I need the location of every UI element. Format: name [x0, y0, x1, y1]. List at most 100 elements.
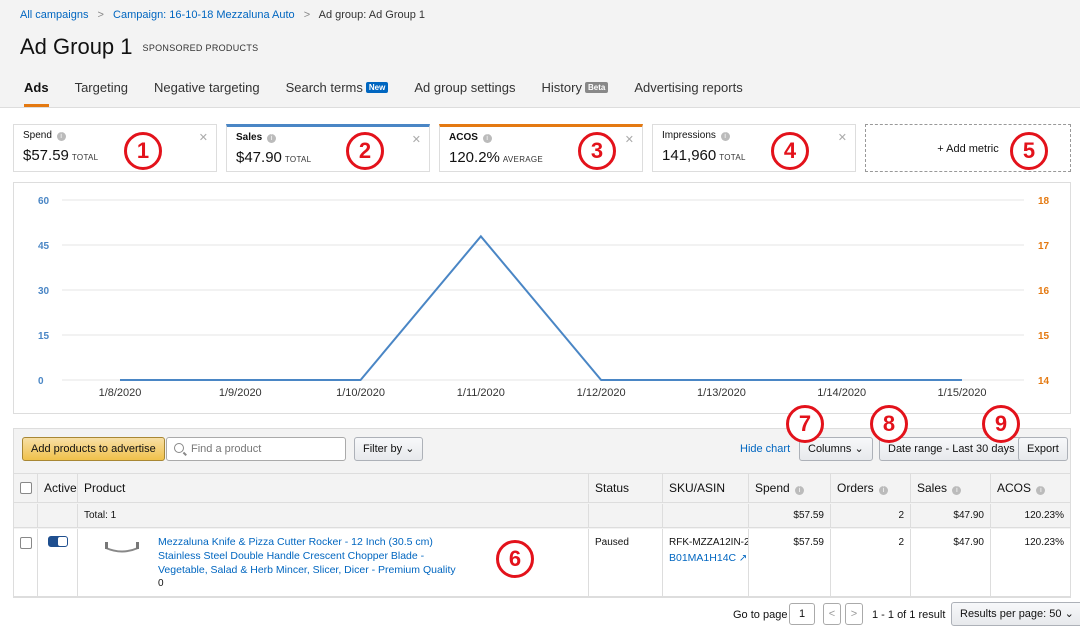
- page-title: Ad Group 1 SPONSORED PRODUCTS: [20, 34, 258, 60]
- metric-label-text: ACOS: [449, 132, 478, 143]
- info-icon[interactable]: i: [56, 132, 66, 141]
- total-orders: 2: [831, 504, 911, 527]
- page-header: All campaigns > Campaign: 16-10-18 Mezza…: [0, 0, 1080, 108]
- product-info: Mezzaluna Knife & Pizza Cutter Rocker - …: [158, 535, 456, 591]
- external-link-icon[interactable]: ↗: [739, 553, 747, 564]
- column-header-product[interactable]: Product: [78, 474, 589, 502]
- product-thumbnail: [105, 542, 139, 553]
- product-title-link[interactable]: Vegetable, Salad & Herb Mincer, Slicer, …: [158, 563, 456, 577]
- tab-label: Ad group settings: [414, 80, 516, 95]
- breadcrumb-ad-group: Ad group: Ad Group 1: [318, 9, 426, 21]
- column-header-active[interactable]: Active: [38, 474, 78, 502]
- add-metric-label: + Add metric: [937, 143, 999, 155]
- asin-link[interactable]: B01MA1H14C: [669, 552, 736, 564]
- product-title-link[interactable]: Stainless Steel Double Handle Crescent C…: [158, 549, 456, 563]
- info-icon[interactable]: i: [1036, 486, 1046, 495]
- total-acos: 120.23%: [1024, 510, 1064, 521]
- tab-label: Negative targeting: [154, 80, 260, 95]
- column-header-sales[interactable]: Sales i: [911, 474, 991, 502]
- asin-link-wrap: B01MA1H14C ↗: [669, 551, 747, 565]
- tab-negative-targeting[interactable]: Negative targeting: [154, 80, 260, 107]
- x-axis-tick: 1/12/2020: [577, 387, 626, 399]
- product-title-link[interactable]: Mezzaluna Knife & Pizza Cutter Rocker - …: [158, 535, 456, 549]
- close-icon[interactable]: ✕: [412, 133, 421, 146]
- go-to-page-label: Go to page: [733, 609, 788, 621]
- ads-table-panel: Add products to advertise Find a product…: [13, 428, 1071, 598]
- select-all-checkbox[interactable]: [20, 482, 32, 494]
- breadcrumb-separator: >: [97, 9, 104, 21]
- info-icon[interactable]: i: [952, 486, 962, 495]
- tab-history[interactable]: History Beta: [542, 80, 609, 107]
- column-header-orders[interactable]: Orders i: [831, 474, 911, 502]
- new-badge: New: [365, 82, 389, 93]
- export-button[interactable]: Export: [1018, 437, 1068, 461]
- metric-card-impressions[interactable]: Impressions i 141,960 TOTAL ✕: [652, 124, 856, 172]
- info-icon[interactable]: i: [879, 486, 889, 495]
- row-checkbox[interactable]: [20, 537, 32, 549]
- hide-chart-link[interactable]: Hide chart: [740, 443, 790, 455]
- next-page-button[interactable]: >: [845, 603, 863, 625]
- tab-search-terms[interactable]: Search terms New: [286, 80, 389, 107]
- tab-ad-group-settings[interactable]: Ad group settings: [414, 80, 515, 107]
- metric-value: 141,960 TOTAL: [662, 147, 846, 164]
- tab-label: Ads: [24, 80, 49, 95]
- callout-marker: 6: [496, 540, 534, 578]
- breadcrumb-campaign[interactable]: Campaign: 16-10-18 Mezzaluna Auto: [113, 9, 295, 21]
- status-cell: Paused: [589, 529, 663, 596]
- total-label: Total: 1: [78, 504, 589, 527]
- breadcrumb-all-campaigns[interactable]: All campaigns: [20, 9, 88, 21]
- prev-page-button[interactable]: <: [823, 603, 841, 625]
- column-header-status[interactable]: Status: [589, 474, 663, 502]
- metric-value: $47.90 TOTAL: [236, 149, 420, 166]
- columns-label: Columns: [808, 443, 852, 455]
- close-icon[interactable]: ✕: [625, 133, 634, 146]
- tab-label: Advertising reports: [634, 80, 743, 95]
- metric-label: Sales i: [236, 132, 420, 143]
- info-icon[interactable]: i: [266, 134, 276, 143]
- x-axis-tick: 1/15/2020: [938, 387, 987, 399]
- right-axis-tick: 14: [1038, 376, 1050, 387]
- metric-value-text: $57.59: [23, 147, 69, 164]
- column-header-acos[interactable]: ACOS i: [991, 474, 1070, 502]
- empty-cell: [589, 504, 663, 527]
- breadcrumb-separator: >: [303, 9, 311, 21]
- metric-unit: TOTAL: [71, 153, 99, 162]
- info-icon[interactable]: i: [720, 132, 730, 141]
- page-number-input[interactable]: 1: [789, 603, 815, 625]
- active-cell: [38, 529, 78, 596]
- chevron-down-icon: ⌄: [854, 443, 864, 455]
- search-input[interactable]: Find a product: [166, 437, 346, 461]
- close-icon[interactable]: ✕: [838, 131, 847, 144]
- close-icon[interactable]: ✕: [199, 131, 208, 144]
- active-toggle[interactable]: [47, 536, 68, 547]
- results-per-page-select[interactable]: Results per page: 50 ⌄: [951, 602, 1080, 626]
- callout-marker: 2: [346, 132, 384, 170]
- header-label: ACOS: [997, 481, 1032, 495]
- info-icon[interactable]: i: [795, 486, 805, 495]
- info-icon[interactable]: i: [482, 134, 492, 143]
- callout-marker: 7: [786, 405, 824, 443]
- tab-ads[interactable]: Ads: [24, 80, 49, 107]
- tab-targeting[interactable]: Targeting: [75, 80, 128, 107]
- add-products-button[interactable]: Add products to advertise: [22, 437, 165, 461]
- header-label: Orders: [837, 481, 874, 495]
- x-axis-tick: 1/13/2020: [697, 387, 746, 399]
- metric-label-text: Spend: [23, 130, 52, 141]
- column-header-spend[interactable]: Spend i: [749, 474, 831, 502]
- search-placeholder: Find a product: [191, 443, 262, 455]
- callout-marker: 9: [982, 405, 1020, 443]
- filter-by-button[interactable]: Filter by ⌄: [354, 437, 424, 461]
- beta-badge: Beta: [584, 82, 609, 93]
- metric-card-spend[interactable]: Spend i $57.59 TOTAL ✕: [13, 124, 217, 172]
- right-axis-tick: 16: [1038, 286, 1050, 297]
- metric-card-sales[interactable]: Sales i $47.90 TOTAL ✕: [226, 124, 430, 172]
- line-chart-svg: 60 18 45 17 30 16 15 15 0 14 1/8/2020 1/9/2020 1/10/…: [38, 196, 1050, 399]
- metric-value-text: $47.90: [236, 149, 282, 166]
- metric-unit: AVERAGE: [502, 155, 544, 164]
- column-header-sku[interactable]: SKU/ASIN: [663, 474, 749, 502]
- search-icon: [174, 443, 184, 453]
- metric-label: Spend i: [23, 130, 207, 141]
- tab-advertising-reports[interactable]: Advertising reports: [634, 80, 742, 107]
- table-total-row: Total: 1 $57.59 2 $47.90 120.23%: [14, 504, 1070, 528]
- chevron-down-icon: ⌄: [405, 443, 415, 455]
